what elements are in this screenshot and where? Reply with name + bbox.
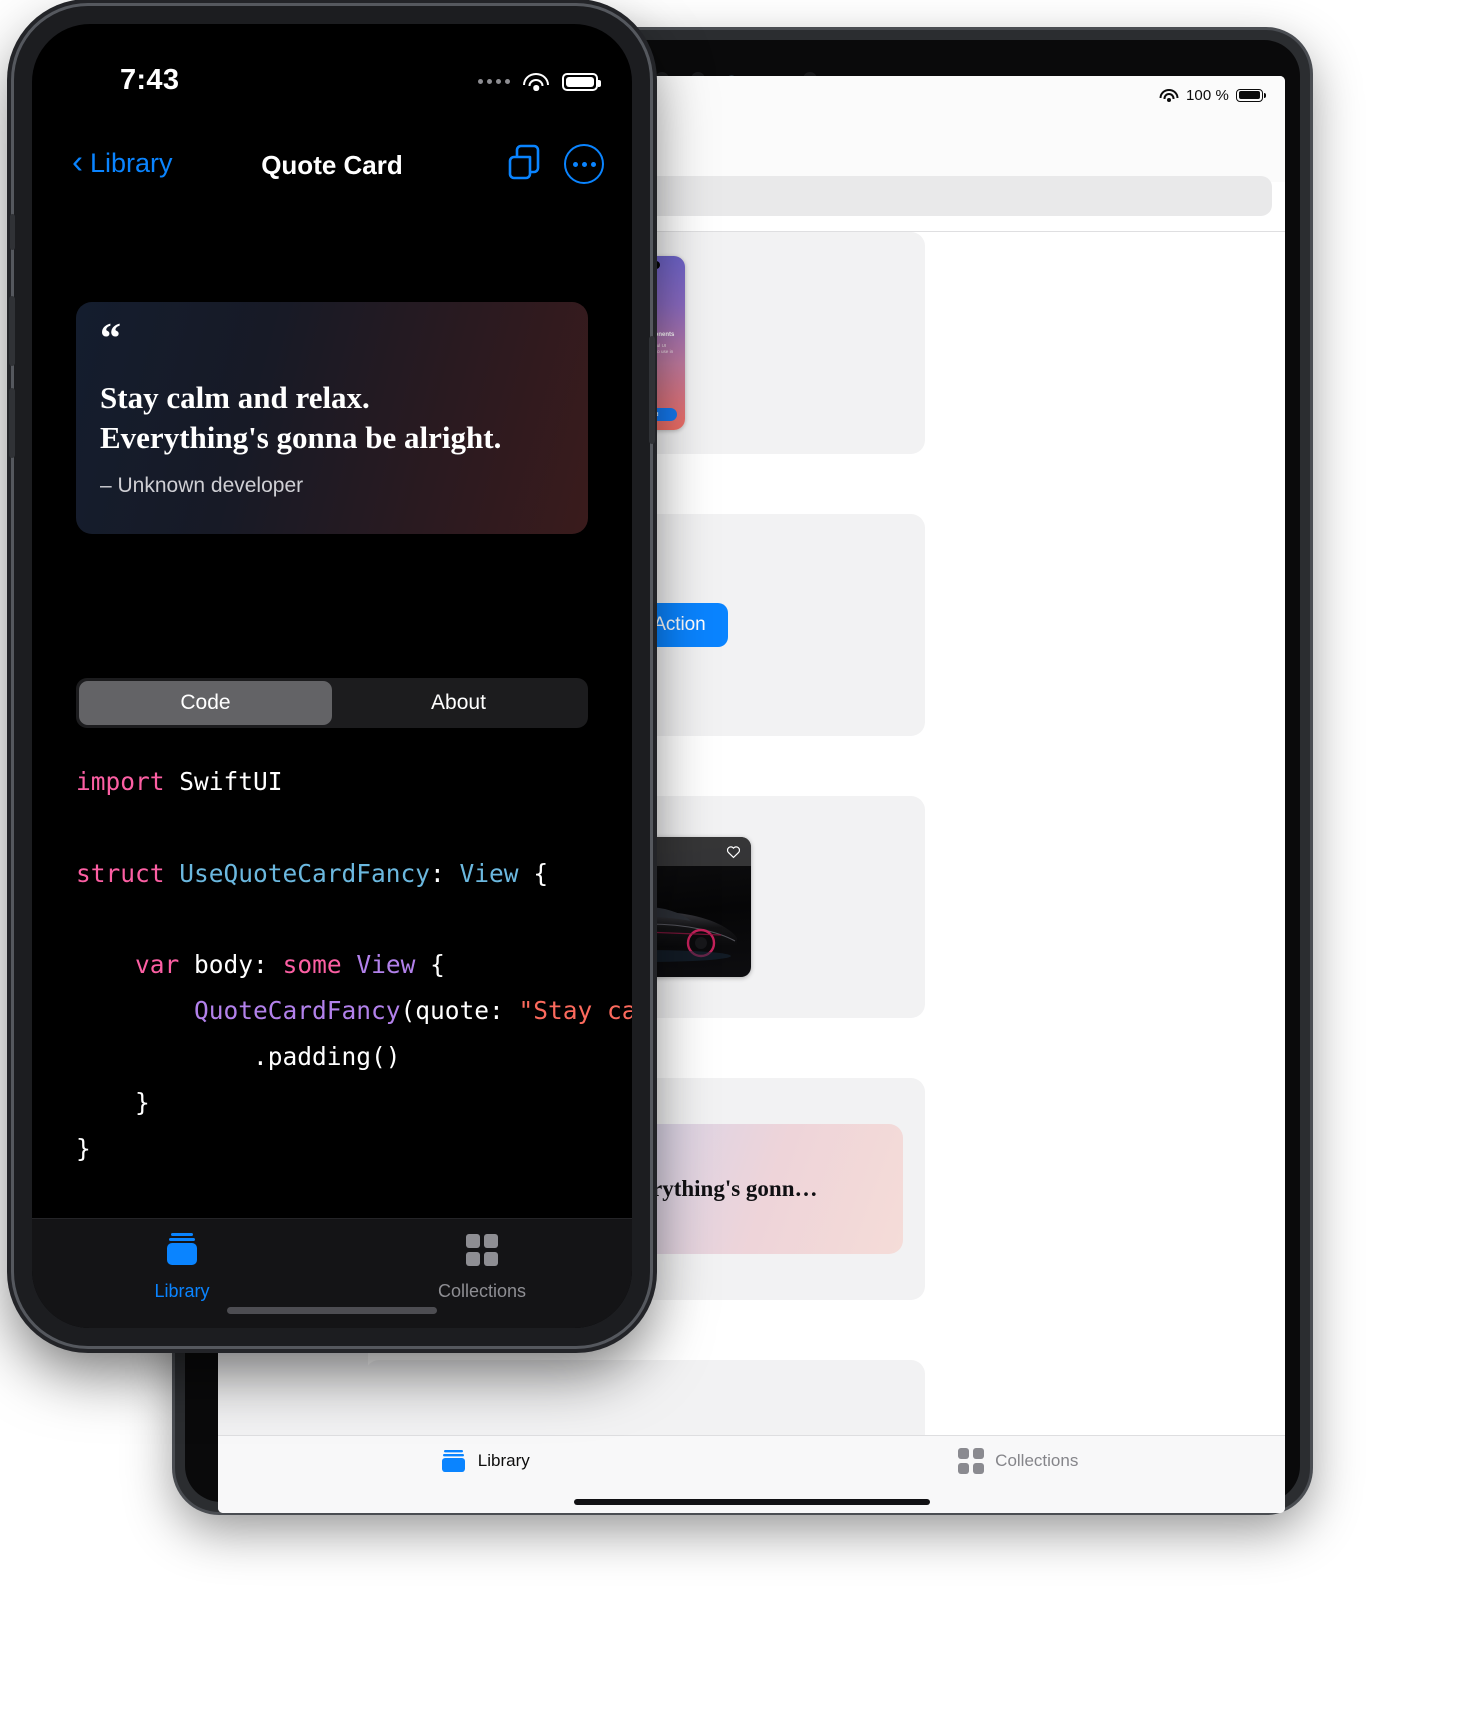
quote-line-2: Everything's gonna be alright. <box>100 420 502 456</box>
navbar-actions <box>506 144 604 184</box>
iphone-screen: 7:43 ‹ Library Quote Card “ Stay calm an… <box>32 24 632 1328</box>
code-token: } <box>76 1133 91 1163</box>
volume-down-button[interactable] <box>9 388 15 458</box>
code-line: } <box>76 1126 632 1172</box>
preview-thumbnail: Secondary Action <box>365 1360 925 1435</box>
library-icon <box>162 1231 202 1274</box>
tab-library-label: Library <box>154 1281 210 1301</box>
code-line: } <box>76 1080 632 1126</box>
ellipsis-circle-icon[interactable] <box>564 144 604 184</box>
wifi-icon <box>1159 88 1179 102</box>
tab-collections-label: Collections <box>437 1281 527 1301</box>
heart-icon[interactable] <box>726 844 741 859</box>
battery-percent-label: 100 % <box>1185 86 1229 104</box>
iphone-navigation-bar: ‹ Library Quote Card <box>32 136 632 200</box>
wifi-icon <box>523 72 549 91</box>
tab-library-label: Library <box>477 1451 530 1470</box>
code-token: some <box>282 950 357 980</box>
tab-about[interactable]: About <box>332 681 585 725</box>
battery-icon <box>562 72 601 91</box>
tab-collections[interactable]: Collections <box>752 1448 1286 1474</box>
iphone-device-frame: 7:43 ‹ Library Quote Card “ Stay calm an… <box>9 6 655 1346</box>
tab-library[interactable]: Library <box>218 1448 752 1474</box>
ipad-tab-bar: Library Collections <box>218 1435 1285 1513</box>
screenshot-stage: 100 % Library <box>0 0 1473 1711</box>
signal-dots-icon <box>478 79 510 84</box>
code-token: UseQuoteCardFancy <box>179 858 431 888</box>
code-token: import <box>76 767 180 796</box>
collections-grid-icon <box>463 1231 501 1274</box>
library-icon <box>440 1448 467 1474</box>
code-line: QuoteCardFancy(quote: "Stay calm <box>76 988 632 1034</box>
tab-code[interactable]: Code <box>79 681 332 725</box>
code-token: .padding() <box>76 1041 401 1071</box>
code-token: body <box>194 950 254 980</box>
code-token: "Stay calm <box>518 996 632 1026</box>
volume-up-button[interactable] <box>9 296 15 366</box>
code-token: } <box>76 1087 150 1117</box>
code-viewer[interactable]: import SwiftUI struct UseQuoteCardFancy:… <box>76 759 632 1218</box>
home-indicator <box>227 1307 437 1314</box>
status-indicators <box>478 72 601 91</box>
segmented-control[interactable]: Code About <box>76 678 588 728</box>
code-line: import SwiftUI <box>76 759 632 805</box>
quote-line-1: Stay calm and relax. <box>100 380 370 416</box>
code-token: View <box>459 858 519 888</box>
code-token: : <box>430 858 460 888</box>
code-token: { <box>518 858 549 888</box>
dynamic-island <box>268 46 396 81</box>
code-line: .padding() <box>76 1034 632 1080</box>
code-token: QuoteCardFancy <box>194 996 401 1026</box>
code-token: SwiftUI <box>179 767 283 796</box>
tab-collections-label: Collections <box>995 1451 1079 1470</box>
battery-icon <box>1236 88 1266 102</box>
power-button[interactable] <box>649 336 655 444</box>
code-token: struct <box>76 858 180 888</box>
iphone-tab-bar: Library Collections <box>32 1218 632 1328</box>
quote-author: – Unknown developer <box>100 473 304 497</box>
code-token: (quote: <box>400 996 519 1026</box>
quote-text: Stay calm and relax. Everything's gonna … <box>100 378 564 459</box>
code-token: { <box>415 950 445 980</box>
code-fade-overlay <box>32 1192 632 1218</box>
code-line: struct UseQuoteCardFancy: View { <box>76 851 632 897</box>
collections-grid-icon <box>958 1448 985 1474</box>
code-token: var <box>135 950 195 980</box>
copy-doc-icon[interactable] <box>506 144 542 184</box>
quote-card: “ Stay calm and relax. Everything's gonn… <box>76 302 588 534</box>
home-indicator <box>573 1499 930 1505</box>
code-line: var body: some View { <box>76 942 632 988</box>
silent-switch[interactable] <box>10 214 15 250</box>
list-item-secondary-button-basic[interactable]: Secondary Action Secondary Button Basic … <box>365 1360 925 1435</box>
status-time: 7:43 <box>120 64 180 96</box>
code-token: : <box>253 950 283 980</box>
code-token: View <box>356 950 416 980</box>
quote-mark-icon: “ <box>100 316 121 362</box>
